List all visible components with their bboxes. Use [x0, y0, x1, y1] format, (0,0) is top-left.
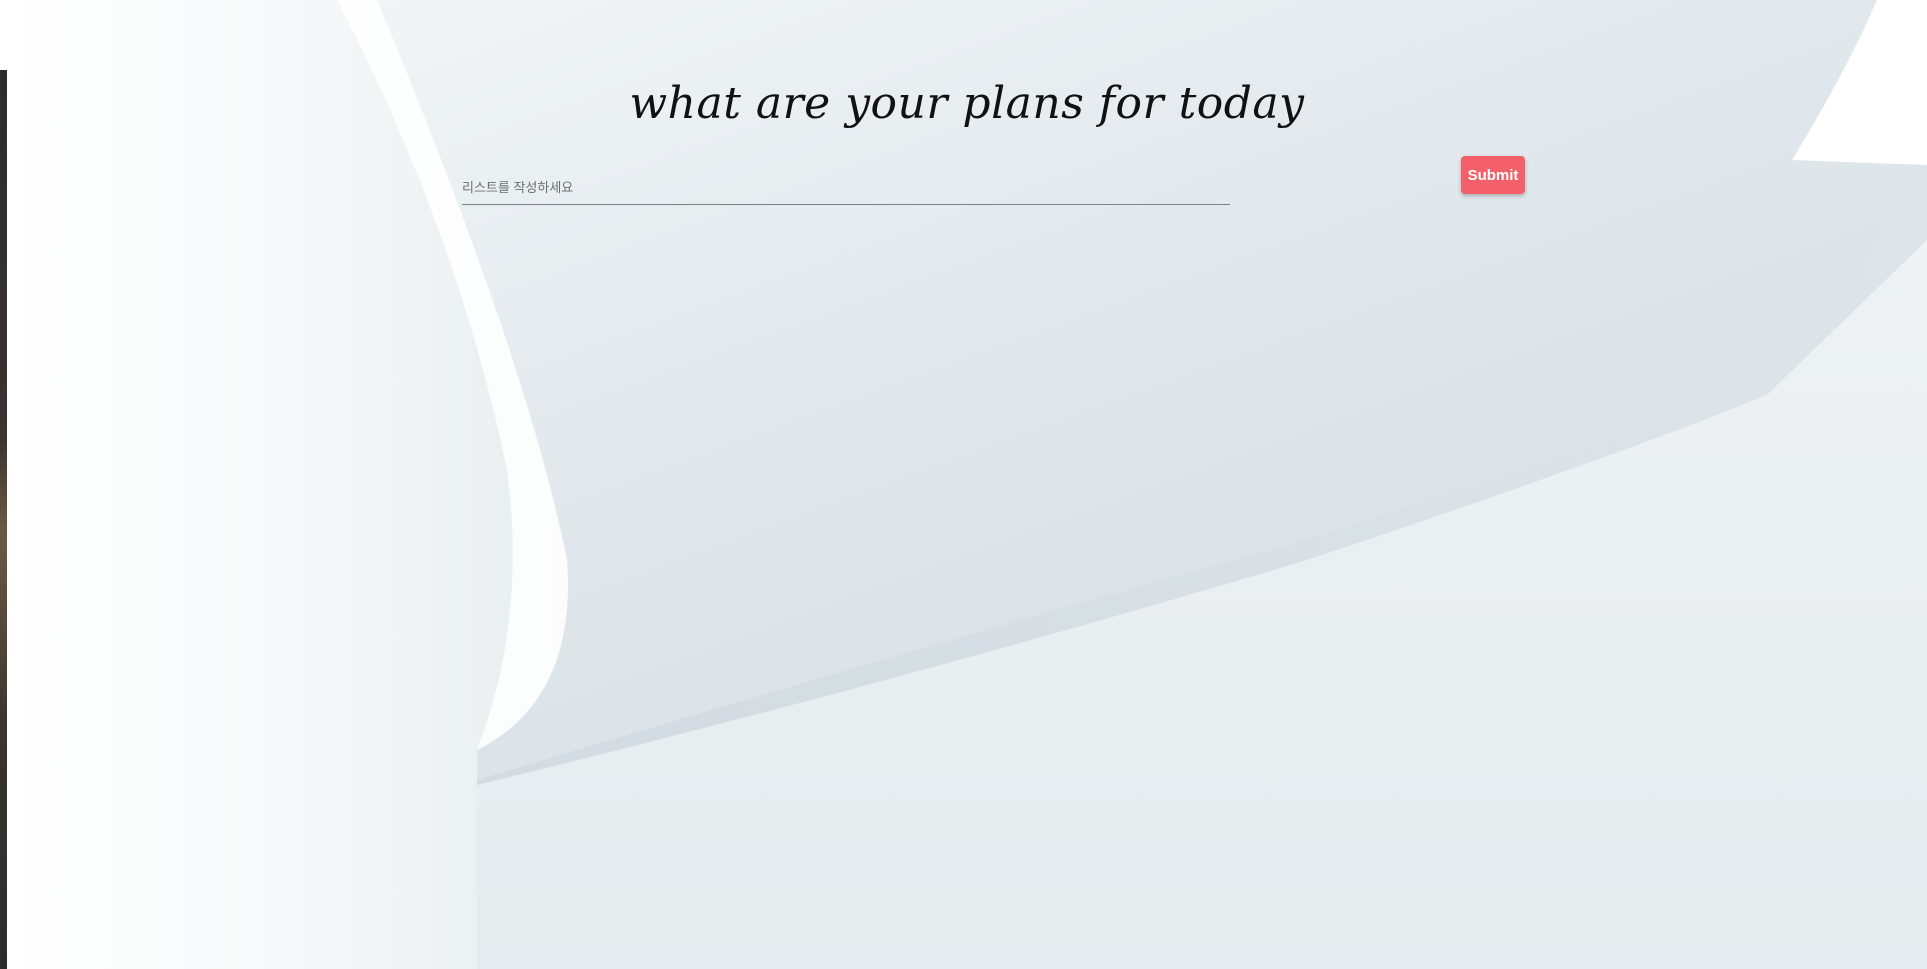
page-title: what are your plans for today — [629, 78, 1305, 129]
app-background: what are your plans for today Submit — [7, 0, 1927, 969]
submit-button[interactable]: Submit — [1461, 156, 1525, 194]
left-window-edge-top — [0, 0, 7, 70]
abstract-background-image — [7, 0, 1927, 969]
todo-form: Submit — [462, 156, 1525, 220]
todo-input-field — [462, 172, 1230, 205]
left-window-edge — [0, 0, 7, 969]
todo-input[interactable] — [462, 172, 1230, 202]
